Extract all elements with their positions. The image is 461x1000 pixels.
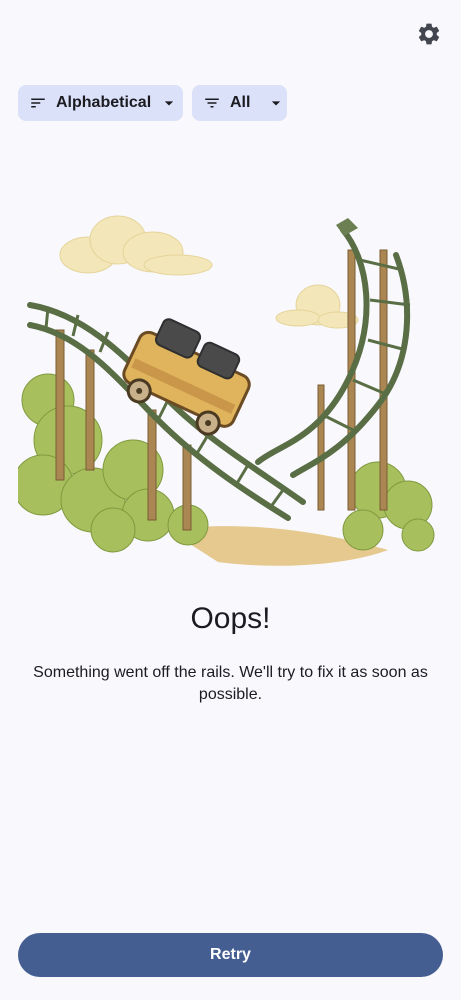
- gear-icon: [416, 21, 442, 52]
- error-title: Oops!: [190, 602, 271, 635]
- dropdown-arrow-icon: [266, 93, 286, 113]
- sort-label: Alphabetical: [56, 94, 152, 111]
- filter-dropdown-chip[interactable]: All: [192, 85, 287, 121]
- error-message: Something went off the rails. We'll try …: [33, 664, 428, 703]
- dropdown-arrow-icon: [159, 93, 179, 113]
- filter-label: All: [230, 94, 251, 111]
- retry-button[interactable]: Retry: [18, 933, 443, 977]
- filter-icon: [202, 93, 222, 113]
- sort-dropdown-chip[interactable]: Alphabetical: [18, 85, 183, 121]
- settings-button[interactable]: [408, 18, 450, 54]
- sort-icon: [28, 93, 48, 113]
- broken-rollercoaster-illustration: [12, 200, 438, 580]
